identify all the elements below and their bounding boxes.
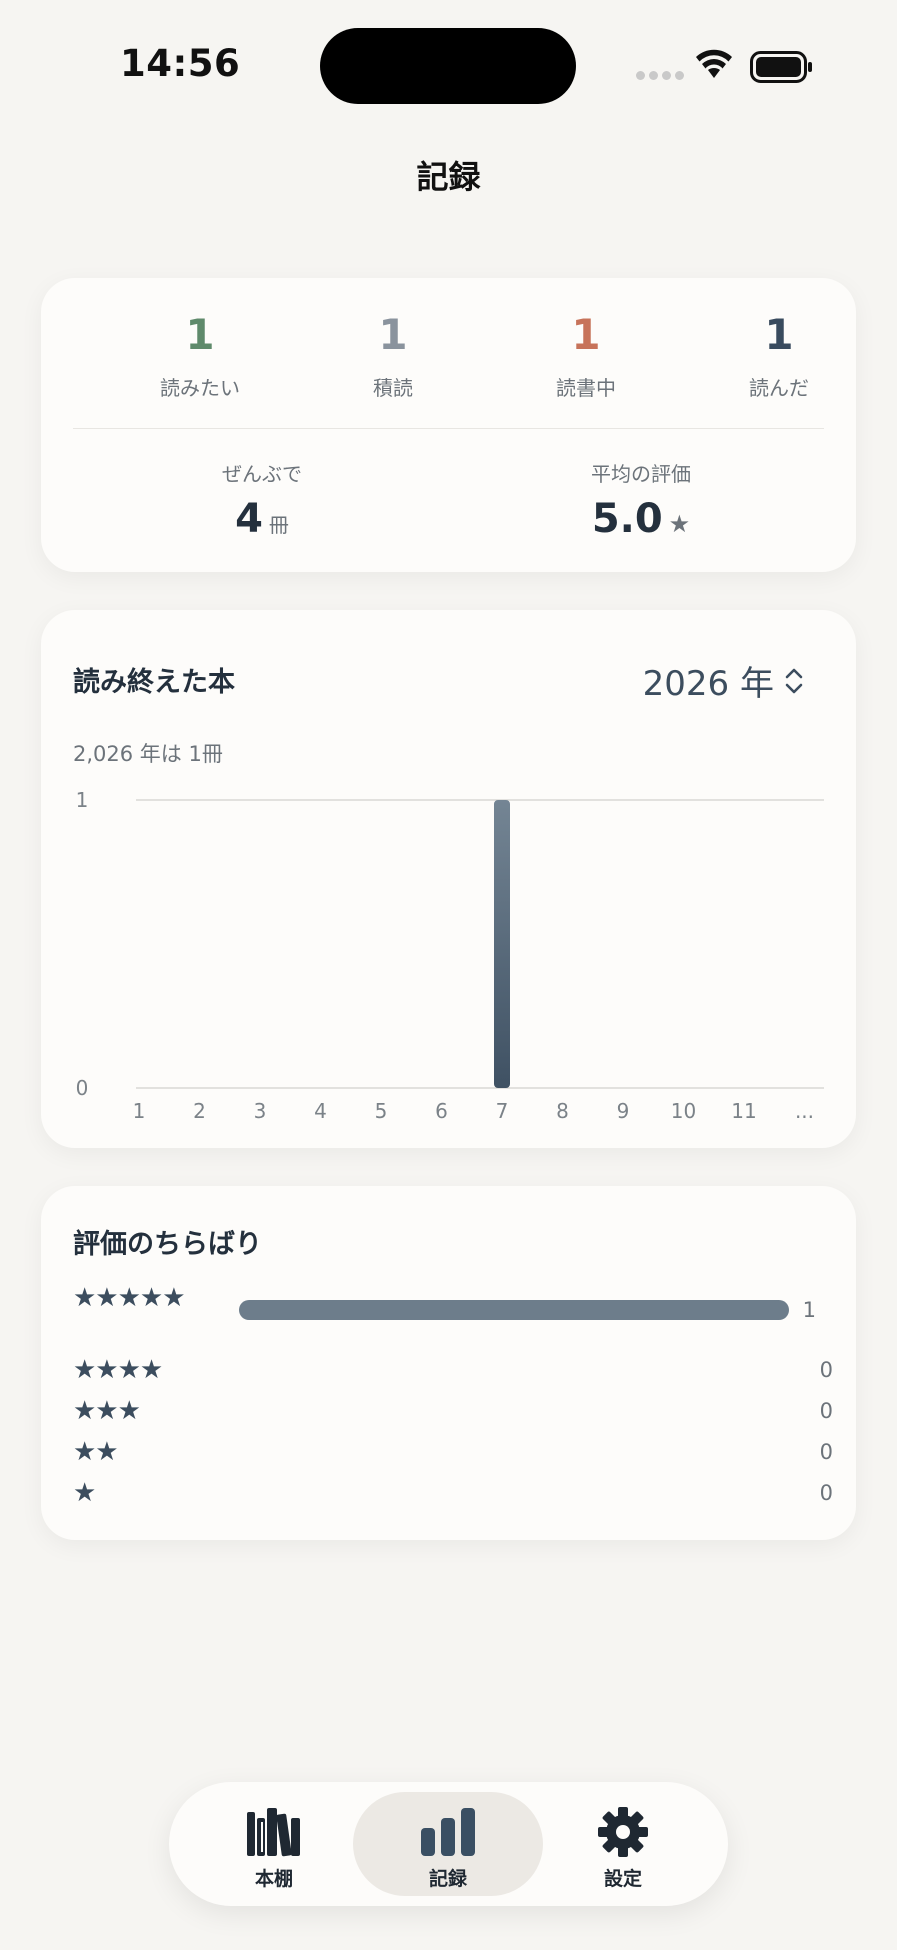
rating-stars: ★	[73, 1478, 96, 1508]
chevron-up-down-icon	[785, 668, 803, 693]
gear-icon	[528, 1806, 718, 1858]
total-value-line: 4冊	[112, 499, 412, 539]
status-count: 1	[185, 310, 215, 359]
rating-fill	[239, 1300, 789, 1320]
rating-stars: ★★★★	[73, 1355, 163, 1385]
cellular-signal-icon	[636, 71, 684, 80]
rating-stars: ★★★	[73, 1396, 141, 1426]
bar-chart-icon	[353, 1806, 543, 1858]
chart-title: 読み終えた本	[73, 667, 235, 698]
status-cell-tsundoku[interactable]: 1 積読	[303, 314, 483, 401]
bookshelf-icon	[179, 1806, 369, 1858]
year-label: 2026 年	[642, 664, 774, 704]
chart-summary: 2,026 年は 1冊	[73, 742, 223, 766]
total-unit: 冊	[268, 513, 289, 537]
tab-label: 設定	[603, 1868, 642, 1890]
status-time: 14:56	[120, 42, 241, 85]
tab-label: 本棚	[254, 1868, 293, 1890]
summary-divider	[73, 428, 824, 429]
status-count: 1	[764, 310, 794, 359]
x-tick-label: 3	[254, 1099, 267, 1123]
finished-books-bar-chart: 011 2 3 4 5 6 7 8 9 10 11...	[76, 788, 824, 1123]
x-tick-label: 6	[435, 1099, 448, 1123]
rating-track	[239, 1442, 789, 1462]
x-tick-label: 1	[133, 1099, 146, 1123]
x-tick-label: 10	[671, 1099, 696, 1123]
rating-count: 0	[819, 1399, 833, 1423]
rating-row-4: ★★★★ 0	[73, 1354, 833, 1386]
rating-track-5	[239, 1300, 789, 1320]
finished-books-card: 読み終えた本 2026 年 2,026 年は 1冊 0 1 1 2 3 4 5 6 7 8 9 10 1…	[41, 610, 856, 1148]
y-tick-label: 1	[76, 788, 89, 812]
x-tick-label: 7	[496, 1099, 509, 1123]
summary-card: 1 読みたい 1 積読 1 読書中 1 読んだ ぜんぶで 4冊 平均の評価 5.…	[41, 278, 856, 572]
rating-track	[239, 1401, 789, 1421]
y-tick-label: 0	[76, 1076, 89, 1100]
tab-bookshelf[interactable]: 本棚	[179, 1792, 369, 1896]
rating-count: 0	[819, 1358, 833, 1382]
status-label: 読書中	[556, 376, 616, 400]
status-count: 1	[378, 310, 408, 359]
rating-distribution-card: 評価のちらばり ★★★★★ ★★★★ 0 ★★★ 0 ★★ 0 ★ 0 1	[41, 1186, 856, 1540]
tab-bar: 本棚 記録 設定	[169, 1782, 728, 1906]
status-count: 1	[571, 310, 601, 359]
x-tick-label: 5	[375, 1099, 388, 1123]
rating-row-2: ★★ 0	[73, 1436, 833, 1468]
rating-row-1: ★ 0	[73, 1477, 833, 1509]
total-books: ぜんぶで 4冊	[112, 458, 412, 539]
rating-count: 0	[819, 1481, 833, 1505]
status-cell-read[interactable]: 1 読んだ	[689, 314, 869, 401]
page-title: 記録	[416, 158, 481, 196]
rating-track	[239, 1360, 789, 1380]
total-label: ぜんぶで	[222, 462, 302, 486]
battery-icon	[750, 51, 812, 83]
chart-bar	[494, 800, 510, 1088]
tab-records[interactable]: 記録	[353, 1792, 543, 1896]
status-label: 積読	[373, 376, 413, 400]
rating-row-3: ★★★ 0	[73, 1395, 833, 1427]
wifi-icon	[696, 49, 732, 78]
rating-track	[239, 1483, 789, 1503]
x-tick-label: ...	[795, 1099, 814, 1123]
tab-label: 記録	[428, 1868, 467, 1890]
status-label: 読んだ	[749, 376, 809, 400]
x-tick-label: 11	[731, 1099, 756, 1123]
tab-settings[interactable]: 設定	[528, 1792, 718, 1896]
rating-count: 0	[819, 1440, 833, 1464]
average-value: 5.0	[591, 496, 663, 542]
rating-title: 評価のちらばり	[73, 1229, 262, 1260]
total-value: 4	[235, 496, 263, 542]
average-rating: 平均の評価 5.0 ★	[491, 458, 791, 539]
average-label: 平均の評価	[591, 462, 691, 486]
star-icon: ★	[668, 510, 691, 538]
x-tick-label: 8	[556, 1099, 569, 1123]
x-tick-label: 4	[314, 1099, 327, 1123]
rating-stars: ★★★★★	[73, 1283, 186, 1313]
status-cell-want-to-read[interactable]: 1 読みたい	[110, 314, 290, 401]
x-tick-label: 2	[193, 1099, 206, 1123]
average-value-line: 5.0 ★	[491, 499, 791, 539]
x-tick-label: 9	[617, 1099, 630, 1123]
rating-stars: ★★	[73, 1437, 119, 1467]
status-label: 読みたい	[160, 376, 240, 400]
dynamic-island	[320, 28, 576, 104]
year-picker[interactable]: 2026 年	[643, 656, 804, 705]
rating-count: 1	[802, 1298, 816, 1322]
status-cell-reading[interactable]: 1 読書中	[496, 314, 676, 401]
